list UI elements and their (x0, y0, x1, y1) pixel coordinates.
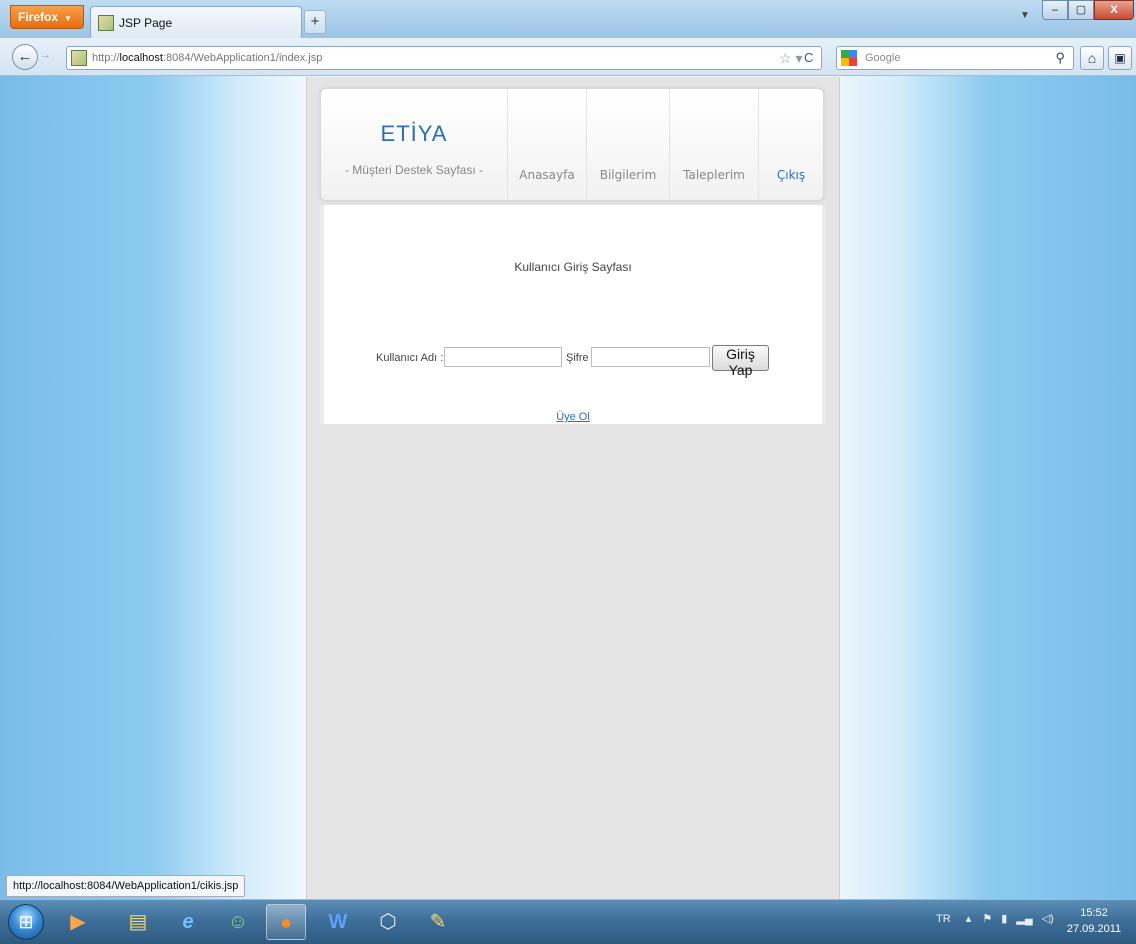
site-icon (71, 50, 87, 66)
reload-icon[interactable]: C (804, 50, 813, 65)
clock-date: 27.09.2011 (1066, 923, 1122, 935)
virtualbox-icon[interactable]: ⬡ (368, 904, 408, 940)
nav-item-bilgilerim[interactable]: Bilgilerim (586, 89, 669, 200)
word-icon[interactable]: W (318, 904, 358, 940)
login-title: Kullanıcı Giriş Sayfası (514, 260, 632, 274)
addon-icon[interactable]: ▣ (1108, 46, 1132, 70)
tab-list-arrow-icon[interactable]: ▼ (1020, 10, 1030, 21)
nav-item-taleplerim[interactable]: Taleplerim (669, 89, 758, 200)
status-bar: http://localhost:8084/WebApplication1/ci… (6, 875, 246, 897)
tab-jsp-page[interactable]: JSP Page (90, 6, 302, 38)
firefox-menu-button[interactable]: Firefox ▼ (10, 5, 84, 29)
back-button[interactable]: ← (12, 44, 38, 70)
navigation-toolbar: ← → http://localhost:8084/WebApplication… (0, 38, 1136, 76)
screen: Firefox ▼ JSP Page + ▼ – ▢ X ← → http://l… (0, 0, 1136, 944)
action-center-icon[interactable]: ⚑ (982, 913, 992, 925)
logo-title: ETİYA (380, 121, 448, 146)
star-icon[interactable]: ☆ ▾ (779, 50, 802, 67)
media-player-icon[interactable]: ▶ (58, 904, 98, 940)
tab-title: JSP Page (119, 16, 173, 30)
login-panel: Kullanıcı Giriş Sayfası Kullanıcı Adı : … (320, 205, 826, 424)
language-indicator[interactable]: TR (936, 913, 951, 925)
minimize-button[interactable]: – (1042, 0, 1068, 20)
windows-taskbar: ⊞ ▶ ▤ e ☺ ● W ⬡ ✎ TR ▴ ⚑ ▮ ▂▄ ◁) 15:52 2… (0, 899, 1136, 944)
paint-icon[interactable]: ✎ (418, 904, 458, 940)
windows-start-icon[interactable]: ⊞ (8, 904, 44, 940)
search-icon[interactable]: ⚲ (1055, 50, 1065, 66)
internet-explorer-icon[interactable]: e (168, 904, 208, 940)
google-icon (841, 50, 857, 66)
clock-time: 15:52 (1080, 907, 1108, 919)
nav-item-cikis[interactable]: Çıkış (758, 89, 823, 200)
firefox-icon[interactable]: ● (266, 904, 306, 940)
show-hidden-icons-icon[interactable]: ▴ (966, 913, 972, 925)
signal-icon[interactable]: ▂▄ (1016, 913, 1032, 925)
nav-item-anasayfa[interactable]: Anasayfa (507, 89, 586, 200)
logo-subtitle: - Müşteri Destek Sayfası - (344, 163, 484, 177)
forward-button[interactable]: → (40, 49, 51, 61)
site-header: ETİYA - Müşteri Destek Sayfası - Anasayf… (320, 88, 824, 201)
network-icon[interactable]: ▮ (1001, 913, 1007, 925)
chevron-down-icon: ▼ (64, 14, 72, 23)
title-bar: Firefox ▼ JSP Page + ▼ – ▢ X (0, 0, 1136, 38)
home-icon[interactable]: ⌂ (1080, 46, 1104, 70)
tab-favicon-icon (98, 15, 114, 31)
new-tab-button[interactable]: + (304, 10, 326, 34)
close-button[interactable]: X (1094, 0, 1134, 20)
url-bar[interactable]: http://localhost:8084/WebApplication1/in… (66, 46, 822, 70)
search-bar[interactable]: Google ⚲ (836, 46, 1074, 70)
username-label: Kullanıcı Adı : (376, 352, 444, 364)
system-tray: TR ▴ ⚑ ▮ ▂▄ ◁) (936, 912, 1054, 925)
messenger-icon[interactable]: ☺ (218, 904, 258, 940)
explorer-icon[interactable]: ▤ (118, 904, 158, 940)
volume-icon[interactable]: ◁) (1042, 913, 1054, 925)
login-button[interactable]: Giriş Yap (712, 345, 769, 378)
url-text: http://localhost:8084/WebApplication1/in… (92, 52, 323, 64)
clock[interactable]: 15:52 27.09.2011 (1062, 905, 1126, 937)
maximize-button[interactable]: ▢ (1068, 0, 1094, 20)
password-input[interactable] (591, 347, 710, 367)
username-input[interactable] (444, 347, 562, 367)
logo: ETİYA - Müşteri Destek Sayfası - (321, 89, 507, 200)
search-placeholder: Google (865, 52, 901, 64)
register-link[interactable]: Üye Ol (324, 411, 822, 423)
